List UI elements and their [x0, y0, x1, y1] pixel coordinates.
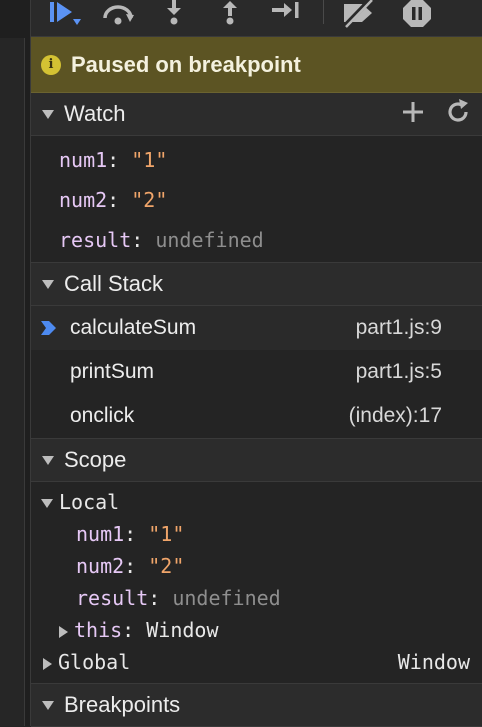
watch-item[interactable]: num2: "2"	[31, 180, 482, 220]
call-frame-function: calculateSum	[70, 316, 197, 339]
scope-local-node[interactable]: Local	[31, 486, 482, 518]
debugger-panel: i Paused on breakpoint Watch num1: "1" n…	[31, 0, 482, 727]
watch-item-separator: :	[131, 228, 156, 252]
scope-variable-separator: :	[124, 554, 149, 578]
call-stack-collapse-icon	[42, 279, 54, 289]
step-into-button[interactable]	[161, 0, 187, 28]
add-watch-button[interactable]	[400, 99, 426, 130]
step-out-icon	[223, 1, 237, 25]
deactivate-breakpoints-button[interactable]	[339, 0, 379, 28]
step-into-icon	[167, 0, 181, 25]
scope-section-header[interactable]: Scope	[31, 439, 482, 482]
scope-title: Scope	[64, 447, 127, 472]
watch-item-value: "2"	[131, 188, 168, 212]
paused-banner: i Paused on breakpoint	[31, 37, 482, 93]
watch-item-separator: :	[107, 188, 132, 212]
refresh-watch-button[interactable]	[444, 98, 472, 131]
watch-item-name: result	[59, 228, 132, 252]
scope-local-label: Local	[59, 490, 120, 514]
deactivate-breakpoints-icon	[342, 0, 373, 28]
scope-this-value: Window	[146, 618, 219, 642]
resume-button[interactable]	[47, 0, 83, 28]
call-frame[interactable]: printSum part1.js:5	[31, 350, 482, 394]
scope-global-node[interactable]: Global Window	[31, 646, 482, 678]
watch-list: num1: "1" num2: "2" result: undefined	[31, 136, 482, 263]
watch-item-name: num2	[59, 188, 108, 212]
expanded-triangle-icon	[41, 499, 53, 508]
call-stack-list: calculateSum part1.js:9 printSum part1.j…	[31, 306, 482, 439]
scope-global-value: Window	[397, 650, 470, 674]
watch-title: Watch	[64, 101, 126, 126]
breakpoints-section: Breakpoints	[31, 683, 482, 727]
editor-gutter	[0, 0, 31, 726]
watch-item-value: "1"	[131, 148, 168, 172]
paused-message: Paused on breakpoint	[71, 51, 301, 77]
step-button[interactable]	[269, 0, 301, 28]
watch-item-name: num1	[59, 148, 108, 172]
info-icon: i	[41, 54, 61, 75]
call-frame-location[interactable]: (index):17	[349, 404, 442, 428]
scope-variable-separator: :	[124, 522, 149, 546]
scope-variable[interactable]: result: undefined	[31, 582, 482, 614]
breakpoints-section-header[interactable]: Breakpoints	[31, 684, 482, 727]
scope-variable-separator: :	[148, 586, 173, 610]
call-frame-location[interactable]: part1.js:5	[356, 360, 442, 384]
watch-item[interactable]: num1: "1"	[31, 140, 482, 180]
call-frame-location[interactable]: part1.js:9	[356, 316, 442, 340]
scope-this-name: this	[74, 618, 123, 642]
call-stack-title: Call Stack	[64, 271, 164, 296]
plus-icon	[403, 101, 423, 122]
collapsed-triangle-icon	[59, 625, 68, 638]
scope-this-separator: :	[122, 618, 147, 642]
watch-item-separator: :	[107, 148, 132, 172]
scope-variable[interactable]: num1: "1"	[31, 518, 482, 550]
call-frame-function: onclick	[70, 404, 135, 427]
step-out-button[interactable]	[217, 0, 243, 28]
scope-variable-value: undefined	[172, 586, 281, 610]
debugger-toolbar	[31, 0, 482, 37]
current-frame-arrow-icon	[41, 321, 56, 335]
scope-variable-value: "2"	[148, 554, 185, 578]
resume-icon	[50, 2, 81, 25]
toolbar-separator	[323, 0, 324, 24]
scope-variable-name: result	[76, 586, 149, 610]
step-icon	[272, 2, 299, 18]
scope-variable-name: num1	[76, 522, 125, 546]
step-over-icon	[103, 5, 134, 25]
call-frame-function: printSum	[70, 360, 155, 383]
scope-global-label: Global	[58, 650, 131, 674]
scope-this-node[interactable]: this: Window	[31, 614, 482, 646]
scope-tree: Local num1: "1" num2: "2" result: undefi…	[31, 482, 482, 678]
pause-on-exceptions-icon	[403, 0, 431, 27]
scope-variable-name: num2	[76, 554, 125, 578]
step-over-button[interactable]	[99, 0, 137, 28]
refresh-icon	[448, 98, 468, 122]
scope-variable-value: "1"	[148, 522, 185, 546]
collapsed-triangle-icon	[43, 657, 52, 670]
gutter-bar	[0, 38, 25, 726]
pause-on-exceptions-button[interactable]	[401, 0, 433, 28]
call-frame-active[interactable]: calculateSum part1.js:9	[31, 306, 482, 350]
breakpoints-collapse-icon	[42, 700, 54, 710]
watch-item[interactable]: result: undefined	[31, 220, 482, 260]
watch-section-header[interactable]: Watch	[31, 93, 482, 136]
scope-variable[interactable]: num2: "2"	[31, 550, 482, 582]
call-stack-section-header[interactable]: Call Stack	[31, 263, 482, 306]
breakpoints-title: Breakpoints	[64, 692, 181, 717]
call-frame[interactable]: onclick (index):17	[31, 394, 482, 438]
watch-item-value: undefined	[155, 228, 264, 252]
scope-collapse-icon	[42, 455, 54, 465]
watch-collapse-icon	[42, 109, 54, 119]
